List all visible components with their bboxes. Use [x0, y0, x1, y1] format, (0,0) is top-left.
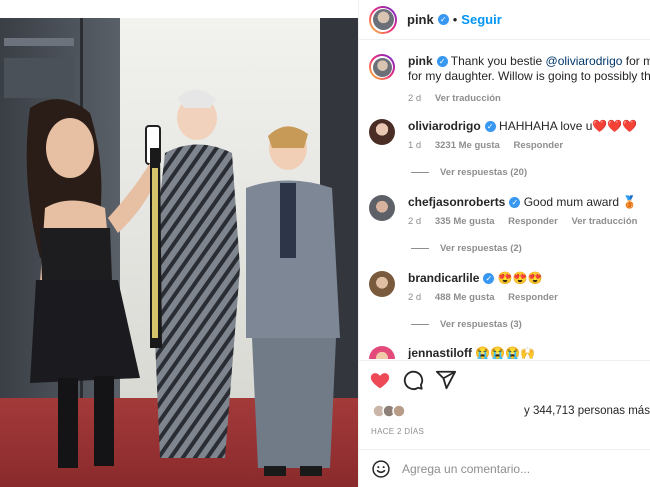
comment-input[interactable] [402, 462, 622, 476]
translate-button[interactable]: Ver traducción [571, 216, 637, 227]
post-side-panel: pink ✓ • Seguir pink ✓ Thank you bestie @… [358, 0, 650, 487]
commenter-avatar[interactable] [369, 346, 395, 359]
caption-time[interactable]: 2 d [408, 93, 421, 104]
comment-time[interactable]: 2 d [408, 292, 421, 303]
translate-button[interactable]: Ver traducción [435, 93, 501, 104]
view-replies-button[interactable]: Ver respuestas (20) [411, 167, 527, 178]
caption-meta: 2 d Ver traducción [408, 93, 650, 104]
view-replies-button[interactable]: Ver respuestas (2) [411, 243, 522, 254]
caption-text: pink ✓ Thank you bestie @oliviarodrigo fo… [408, 54, 650, 69]
commenter-avatar[interactable] [369, 195, 395, 221]
caption-text-part: for making [625, 54, 650, 68]
heart-icon[interactable] [369, 369, 391, 391]
post-header: pink ✓ • Seguir [359, 0, 650, 40]
liker-avatars-icon [372, 404, 406, 418]
reply-button[interactable]: Responder [508, 216, 558, 227]
add-comment-bar [359, 449, 650, 487]
comment-emoji: 😭😭😭🙌 [475, 346, 536, 359]
comment-time[interactable]: 1 d [408, 140, 421, 151]
comment-emoji: 🥉 [622, 195, 638, 209]
verified-badge-icon: ✓ [483, 273, 495, 285]
commenter-avatar[interactable] [369, 271, 395, 297]
comment-text: jennastiloff 😭😭😭🙌 [408, 346, 650, 359]
view-replies-label: Ver respuestas (2) [440, 243, 522, 254]
reply-button[interactable]: Responder [513, 140, 563, 151]
comment-likes[interactable]: 488 Me gusta [435, 292, 495, 303]
comment-body: HAHHAHA love u [499, 119, 593, 133]
comments-list[interactable]: pink ✓ Thank you bestie @oliviarodrigo fo… [359, 41, 650, 359]
replies-line [411, 324, 429, 325]
caption-mention-link[interactable]: @oliviarodrigo [546, 54, 623, 68]
comment-meta: 2 d 488 Me gusta Responder [408, 292, 650, 303]
caption-text-line2: for my daughter. Willow is going to poss… [408, 69, 650, 83]
verified-badge-icon: ✓ [509, 197, 521, 209]
comment-time[interactable]: 2 d [408, 216, 421, 227]
verified-badge-icon: ✓ [436, 56, 448, 68]
author-username[interactable]: pink [407, 12, 434, 27]
view-replies-label: Ver respuestas (20) [440, 167, 528, 178]
separator-dot: • [452, 12, 458, 27]
emoji-picker-icon[interactable] [371, 459, 391, 479]
view-replies-button[interactable]: Ver respuestas (3) [411, 319, 522, 330]
author-avatar[interactable] [369, 5, 397, 34]
caption-text-part: Thank you bestie [450, 54, 546, 68]
commenter-avatar[interactable] [369, 119, 395, 145]
post-date[interactable]: HACE 2 DÍAS [371, 427, 424, 436]
commenter-username[interactable]: oliviarodrigo [408, 119, 481, 133]
comment-meta: 2 d 335 Me gusta Responder Ver traducció… [408, 216, 650, 227]
comment-text: chefjasonroberts ✓ Good mum award 🥉 [408, 195, 650, 210]
caption-username[interactable]: pink [408, 54, 433, 68]
likes-count[interactable]: y 344,713 personas más [524, 405, 650, 417]
post-actions: y 344,713 personas más HACE 2 DÍAS [359, 360, 650, 487]
liked-by-avatars[interactable] [372, 404, 412, 421]
verified-badge-icon: ✓ [437, 14, 449, 25]
commenter-username[interactable]: jennastiloff [408, 346, 472, 359]
verified-badge-icon: ✓ [484, 121, 496, 133]
caption-avatar[interactable] [369, 54, 395, 80]
share-icon[interactable] [435, 369, 457, 391]
comment-emoji: ❤️❤️❤️ [592, 119, 638, 133]
post-photo[interactable] [0, 18, 358, 487]
replies-line [411, 248, 429, 249]
comment-likes[interactable]: 3231 Me gusta [435, 140, 500, 151]
commenter-username[interactable]: brandicarlile [408, 271, 479, 285]
view-replies-label: Ver respuestas (3) [440, 319, 522, 330]
comment-icon[interactable] [402, 369, 424, 391]
comment-body: Good mum award [523, 195, 620, 209]
comment-meta: 1 d 3231 Me gusta Responder [408, 140, 650, 151]
reply-button[interactable]: Responder [508, 292, 558, 303]
action-icons [369, 369, 457, 391]
follow-button[interactable]: Seguir [461, 12, 501, 27]
commenter-username[interactable]: chefjasonroberts [408, 195, 505, 209]
comment-emoji: 😍😍😍 [497, 271, 543, 285]
comment-text: brandicarlile ✓ 😍😍😍 [408, 271, 650, 286]
comment-text: oliviarodrigo ✓ HAHHAHA love u❤️❤️❤️ [408, 119, 650, 134]
comment-likes[interactable]: 335 Me gusta [435, 216, 495, 227]
replies-line [411, 172, 429, 173]
